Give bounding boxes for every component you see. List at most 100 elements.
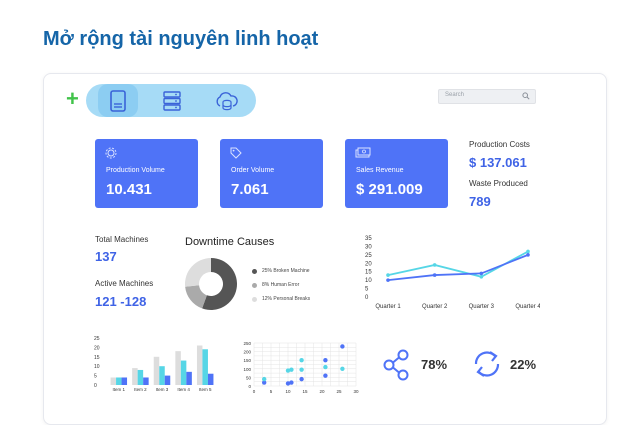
- bar: [137, 369, 144, 385]
- donut-slice-2: [185, 258, 211, 287]
- legend-label: 25% Broken Machine: [262, 268, 310, 274]
- bar: [159, 366, 165, 385]
- kpi-value: 7.061: [231, 181, 269, 198]
- bar: [175, 351, 181, 385]
- y-tick-label: 5: [94, 374, 97, 380]
- y-tick-label: 200: [243, 350, 251, 355]
- x-tick-label: 0: [253, 389, 256, 394]
- scatter-point: [289, 367, 294, 372]
- series-point: [526, 249, 530, 254]
- series-point: [432, 273, 437, 277]
- cloud-database-icon: [216, 91, 238, 110]
- bar: [207, 373, 214, 385]
- kpi-label: Sales Revenue: [356, 167, 404, 174]
- series-point: [386, 278, 390, 282]
- scatter-point: [289, 380, 294, 385]
- kpi-sales-revenue: Sales Revenue $ 291.009: [345, 139, 448, 208]
- sync-icon: [474, 351, 500, 377]
- y-tick-label: 20: [94, 345, 100, 351]
- series-point: [479, 274, 484, 279]
- series-point: [479, 271, 484, 276]
- sync-percent: 22%: [510, 357, 537, 372]
- bar: [143, 377, 149, 385]
- search-icon[interactable]: [522, 92, 530, 100]
- production-costs-value: $ 137.061: [469, 155, 527, 170]
- bar: [110, 377, 117, 385]
- resource-toolbar: [86, 84, 256, 117]
- y-tick-label: 0: [365, 295, 369, 301]
- scatter-point: [299, 376, 304, 382]
- x-tick-label: 25: [336, 389, 342, 394]
- series-point: [386, 273, 390, 277]
- bar: [132, 368, 138, 385]
- server-button[interactable]: [98, 84, 138, 117]
- cog-icon: [105, 147, 117, 159]
- server-rack-icon: [163, 90, 181, 111]
- share-icon: [383, 349, 409, 381]
- total-machines-label: Total Machines: [95, 235, 149, 244]
- active-machines-value: 121 -128: [95, 294, 147, 309]
- legend-label: 12% Personal Breaks: [262, 296, 311, 302]
- page-title: Mở rộng tài nguyên linh hoạt: [43, 28, 319, 50]
- x-tick-label: Quarter 3: [469, 304, 495, 310]
- legend-swatch: [252, 282, 257, 288]
- downtime-causes-title: Downtime Causes: [185, 236, 275, 248]
- series-line-1: [387, 254, 529, 282]
- production-costs-label: Production Costs: [469, 140, 530, 149]
- x-tick-label: Item 2: [134, 387, 147, 392]
- y-tick-label: 5: [365, 287, 369, 293]
- scatter-point: [299, 358, 304, 363]
- downtime-donut-chart: [185, 258, 237, 310]
- y-tick-label: 35: [365, 236, 372, 242]
- bar: [153, 356, 160, 385]
- bar: [186, 371, 192, 385]
- items-bar-chart: 0 5 10 15 20 25 Item 1 Item 2 Item 3 Item 4 Item 5: [94, 336, 214, 392]
- y-tick-label: 15: [94, 355, 100, 361]
- add-button[interactable]: +: [66, 88, 79, 110]
- cloud-database-button[interactable]: [208, 84, 244, 117]
- banknote-icon: [355, 147, 371, 158]
- kpi-value: 10.431: [106, 181, 152, 198]
- x-tick-label: 5: [270, 389, 273, 394]
- share-percent: 78%: [421, 357, 448, 372]
- server-rack-button[interactable]: [154, 84, 190, 117]
- y-tick-label: 25: [365, 253, 372, 259]
- search-placeholder: Search: [445, 92, 465, 98]
- bar: [180, 360, 187, 385]
- y-tick-label: 50: [246, 375, 252, 380]
- active-machines-label: Active Machines: [95, 279, 154, 288]
- x-tick-label: 30: [353, 389, 359, 394]
- y-tick-label: 0: [94, 383, 97, 389]
- y-tick-label: 15: [365, 270, 372, 276]
- legend-broken-machine: 25% Broken Machine: [252, 268, 310, 274]
- x-tick-label: Quarter 2: [422, 304, 448, 310]
- kpi-production-volume: Production Volume 10.431: [95, 139, 198, 208]
- search-box[interactable]: Search: [438, 89, 536, 104]
- y-tick-label: 20: [365, 261, 372, 267]
- scatter-point: [299, 367, 304, 372]
- quarterly-line-chart: 0 5 10 15 20 25 30 35 Quarter 1 Quarter 2 Quarter …: [365, 236, 540, 310]
- legend-swatch: [252, 296, 257, 302]
- legend-human-error: 8% Human Error: [252, 282, 299, 288]
- scatter-point: [340, 366, 345, 371]
- legend-swatch: [252, 268, 257, 274]
- plus-icon: +: [66, 86, 79, 111]
- bar: [121, 377, 128, 385]
- y-tick-label: 100: [243, 367, 251, 372]
- x-tick-label: Item 1: [113, 387, 126, 392]
- y-tick-label: 250: [243, 341, 251, 346]
- x-tick-label: Item 4: [177, 387, 190, 392]
- bar: [202, 349, 208, 385]
- scatter-point: [262, 376, 267, 382]
- scatter-point: [323, 358, 328, 363]
- y-tick-label: 0: [248, 384, 251, 389]
- y-tick-label: 10: [365, 278, 372, 284]
- y-tick-label: 150: [243, 358, 251, 363]
- x-tick-label: Quarter 1: [375, 304, 401, 310]
- kpi-order-volume: Order Volume 7.061: [220, 139, 323, 208]
- series-point: [432, 263, 437, 267]
- scatter-point: [323, 373, 328, 378]
- waste-produced-value: 789: [469, 194, 491, 209]
- x-tick-label: 15: [302, 389, 308, 394]
- x-tick-label: 10: [285, 389, 291, 394]
